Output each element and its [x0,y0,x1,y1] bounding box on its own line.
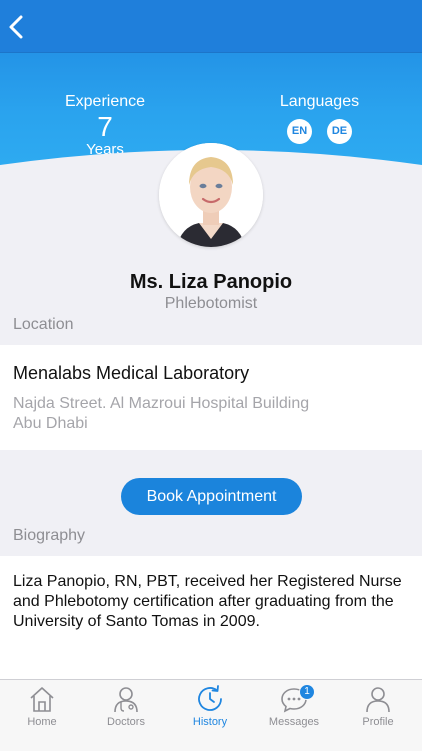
tab-doctors-label: Doctors [107,716,145,728]
home-icon [30,687,54,712]
tab-history[interactable]: History [168,684,252,744]
languages-stat: Languages EN DE [272,92,367,144]
tab-messages-label: Messages [268,716,320,728]
doctor-name: Ms. Liza Panopio [129,271,293,293]
tab-messages[interactable]: 1 Messages [252,684,336,744]
biography-text: Liza Panopio, RN, PBT, received her Regi… [13,573,402,630]
location-card: Menalabs Medical Laboratory Najda Street… [0,345,422,450]
chevron-left-icon [9,15,23,39]
language-chip-en: EN [287,119,312,144]
location-address-line2: Abu Dhabi [13,415,88,432]
profile-photo [159,143,263,247]
tab-home-label: Home [27,716,57,728]
experience-label: Experience [64,93,146,110]
location-section-label: Location [13,316,74,333]
avatar [159,143,263,247]
messages-badge: 1 [299,684,315,700]
language-list: EN DE [272,119,367,144]
experience-stat: Experience 7 Years [55,92,155,158]
location-address-line1: Najda Street. Al Mazroui Hospital Buildi… [13,395,310,412]
doctor-icon [114,687,138,713]
language-chip-de: DE [327,119,352,144]
tab-bar: Home Doctors History 1 Messages Profile [0,679,422,751]
history-icon [198,685,222,711]
location-name: Menalabs Medical Laboratory [13,363,250,383]
tab-home[interactable]: Home [0,684,84,744]
book-appointment-button[interactable]: Book Appointment [121,478,302,515]
tab-profile-label: Profile [362,716,394,728]
doctor-role: Phlebotomist [164,295,258,312]
tab-doctors[interactable]: Doctors [84,684,168,744]
languages-label: Languages [279,93,360,110]
biography-section-label: Biography [13,527,86,544]
person-icon [366,687,390,713]
experience-value: 7 [97,111,113,142]
biography-card: Liza Panopio, RN, PBT, received her Regi… [0,556,422,679]
tab-profile[interactable]: Profile [336,684,420,744]
nav-bar [0,0,422,53]
tab-history-label: History [192,716,228,728]
back-button[interactable] [6,14,30,40]
